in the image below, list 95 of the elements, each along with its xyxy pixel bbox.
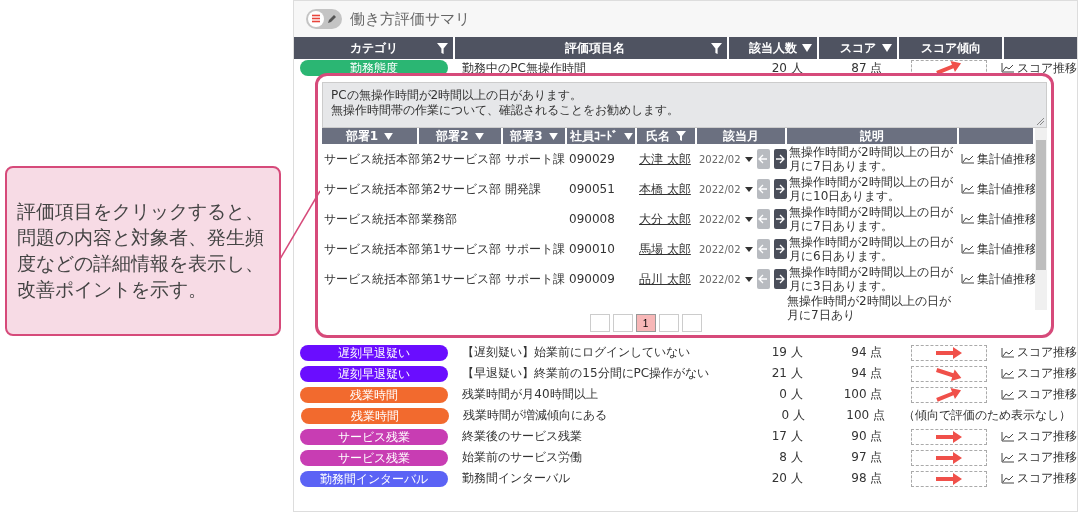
score-text: 98 点 <box>851 471 883 485</box>
score-text: 100 点 <box>846 408 885 422</box>
item-name[interactable]: 残業時間が月40時間以上 <box>462 387 598 401</box>
column-header: 部署3 <box>510 127 543 145</box>
category-badge: 遅刻早退疑い <box>300 365 449 382</box>
column-header: スコア <box>840 39 876 57</box>
month-select[interactable]: 2022/02 <box>699 273 741 285</box>
column-header: 氏名 <box>646 127 670 145</box>
month-select[interactable]: 2022/02 <box>699 183 741 195</box>
column-header: 説明 <box>860 127 884 145</box>
category-badge: 勤務間インターバル <box>300 470 449 487</box>
category-badge: 遅刻早退疑い <box>300 344 449 361</box>
score-trend-link[interactable]: スコア推移 <box>1001 386 1077 403</box>
aggregate-trend-link[interactable]: 集計値推移 <box>961 240 1037 258</box>
table-cell: サポート課 <box>505 241 565 256</box>
table-cell: 090008 <box>569 212 615 226</box>
table-cell: サービス統括本部 <box>324 151 420 166</box>
score-text: 94 点 <box>851 366 883 380</box>
category-badge: サービス残業 <box>300 428 449 445</box>
score-trend-link[interactable]: スコア推移 <box>1001 344 1077 361</box>
item-name[interactable]: 【早退疑い】終業前の15分間にPC操作がない <box>462 366 710 380</box>
table-cell: 第2サービス部 <box>421 151 501 166</box>
table-cell: 090010 <box>569 242 615 256</box>
column-header: 社員ｺｰﾄﾞ <box>569 127 618 145</box>
column-header: 該当人数 <box>749 39 797 57</box>
trend-note: （傾向で評価のため表示なし） <box>903 408 1071 422</box>
column-header: カテゴリ <box>349 39 398 57</box>
category-badge: 残業時間 <box>300 386 449 403</box>
message-text: PCの無操作時間が2時間以上の日があります。 <box>331 88 584 103</box>
month-select[interactable]: 2022/02 <box>699 243 741 255</box>
table-cell: 第1サービス部 <box>421 271 501 286</box>
table-cell: 090051 <box>569 182 615 196</box>
table-cell: 090029 <box>569 152 615 166</box>
score-trend-link[interactable]: スコア推移 <box>1001 365 1077 382</box>
table-cell: 開発課 <box>505 181 541 196</box>
score-trend-link[interactable]: スコア推移 <box>1001 449 1077 466</box>
table-cell: サービス統括本部 <box>324 181 420 196</box>
employee-link[interactable]: 大津 太郎 <box>639 151 691 166</box>
message-text: 無操作時間帯の作業について、確認されることをお勧めします。 <box>331 103 680 118</box>
table-cell: 第1サービス部 <box>421 241 501 256</box>
score-trend-link[interactable]: スコア推移 <box>1001 428 1077 445</box>
count-text: 17 人 <box>771 429 803 443</box>
count-text: 20 人 <box>771 471 803 485</box>
item-name[interactable]: 残業時間が増減傾向にある <box>463 408 607 422</box>
table-cell: サービス統括本部 <box>324 241 420 256</box>
description-text: 無操作時間が2時間以上の日が月に7日あります。 <box>789 205 953 233</box>
count-text: 20 人 <box>771 60 803 75</box>
description-text: 無操作時間が2時間以上の日が月に10日あります。 <box>789 175 953 203</box>
column-header: 該当月 <box>723 127 759 145</box>
item-name[interactable]: 【遅刻疑い】始業前にログインしていない <box>462 345 691 359</box>
table-cell: サポート課 <box>505 151 565 166</box>
item-name[interactable]: 始業前のサービス労働 <box>462 450 583 464</box>
month-select[interactable]: 2022/02 <box>699 153 741 165</box>
description-text: 無操作時間が2時間以上の日が月に7日あります。 <box>789 145 953 173</box>
column-header: 部署1 <box>345 127 379 145</box>
count-text: 21 人 <box>771 366 803 380</box>
column-header: 評価項目名 <box>565 39 625 57</box>
score-text: 97 点 <box>851 450 883 464</box>
aggregate-trend-link[interactable]: 集計値推移 <box>961 150 1037 168</box>
table-cell: サービス統括本部 <box>324 271 420 286</box>
score-text: 100 点 <box>843 387 883 401</box>
aggregate-trend-link[interactable]: 集計値推移 <box>961 180 1037 198</box>
description-text: 無操作時間が2時間以上の日が月に6日あります。 <box>789 235 953 263</box>
column-header: スコア傾向 <box>920 39 981 57</box>
employee-link[interactable]: 本橋 太郎 <box>639 181 691 196</box>
table-cell: 090009 <box>569 272 615 286</box>
column-header: 部署2 <box>436 127 469 145</box>
score-trend-link[interactable]: スコア推移 <box>1001 470 1077 487</box>
item-name[interactable]: 勤務中のPC無操作時間 <box>462 60 586 75</box>
month-select[interactable]: 2022/02 <box>699 213 741 225</box>
table-cell: 業務部 <box>421 211 457 226</box>
score-trend-link[interactable]: スコア推移 <box>1001 59 1077 77</box>
count-text: 0 人 <box>781 408 805 422</box>
item-name[interactable]: 勤務間インターバル <box>462 471 571 485</box>
score-text: 90 点 <box>851 429 883 443</box>
item-name[interactable]: 終業後のサービス残業 <box>462 429 583 443</box>
table-cell: 第2サービス部 <box>421 181 501 196</box>
callout-note: 評価項目をクリックすると、問題の内容と対象者、発生頻度などの詳細情報を表示し、改善ポイントを示す。 <box>5 166 281 336</box>
table-cell: サービス統括本部 <box>324 211 420 226</box>
page-button[interactable]: 1 <box>635 314 656 332</box>
description-text: 無操作時間が2時間以上の日が月に7日あり <box>787 294 951 322</box>
table-cell: サポート課 <box>505 271 565 286</box>
aggregate-trend-link[interactable]: 集計値推移 <box>961 270 1037 288</box>
employee-link[interactable]: 大分 太郎 <box>639 211 691 226</box>
panel-title: 働き方評価サマリ <box>350 9 470 29</box>
aggregate-trend-link[interactable]: 集計値推移 <box>961 210 1037 228</box>
category-badge: 残業時間 <box>300 407 449 424</box>
employee-link[interactable]: 品川 太郎 <box>639 271 691 286</box>
count-text: 19 人 <box>771 345 803 359</box>
count-text: 0 人 <box>779 387 803 401</box>
description-text: 無操作時間が2時間以上の日が月に3日あります。 <box>789 265 953 293</box>
employee-link[interactable]: 馬場 太郎 <box>639 241 691 256</box>
score-text: 94 点 <box>851 345 883 359</box>
count-text: 8 人 <box>779 450 803 464</box>
category-badge: サービス残業 <box>300 449 449 466</box>
